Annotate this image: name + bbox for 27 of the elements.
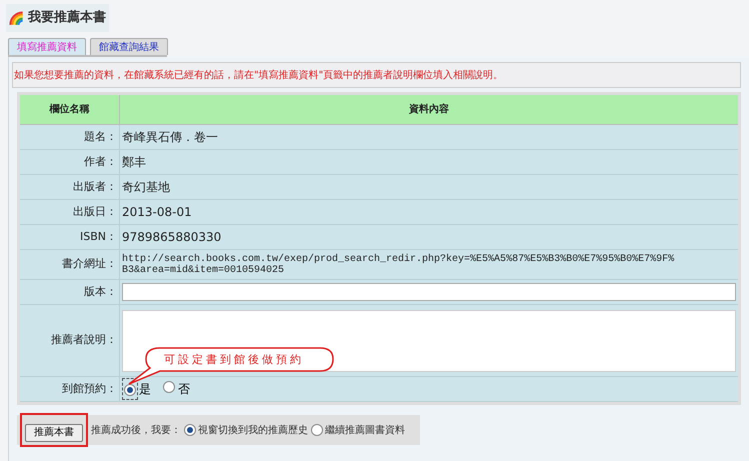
field-value: 奇峰異石傳．卷一 — [122, 129, 218, 146]
field-label: 作者： — [84, 154, 117, 170]
field-value: 鄭丰 — [122, 154, 146, 171]
field-label: 到館預約： — [62, 380, 117, 397]
field-label: 書介網址： — [62, 256, 117, 272]
url-value: http://search.books.com.tw/exep/prod_search_redir.php?key=%E5%A5%87%E5%B3%B0%E7%95%B0%E7%9F%B3&area=mid&item=0010594025 — [122, 254, 674, 276]
field-value: 奇幻基地 — [122, 179, 170, 196]
field-value: 2013-08-01 — [122, 204, 192, 221]
column-header: 欄位名稱 — [50, 102, 90, 117]
field-label: 題名： — [84, 128, 117, 145]
field-label: 版本： — [84, 284, 117, 300]
option-label: 否 — [178, 381, 190, 398]
option-label: 繼續推薦圖書資料 — [325, 424, 405, 438]
page-title: 我要推薦本書 — [28, 9, 106, 28]
field-label: 出版日： — [73, 204, 117, 220]
field-label: 推薦者說明： — [51, 332, 117, 348]
option-label: 視窗切換到我的推薦歷史 — [198, 424, 308, 438]
recommend-button[interactable]: 推薦本書 — [25, 424, 83, 442]
field-value: 9789865880330 — [122, 229, 222, 246]
column-header: 資料內容 — [409, 102, 449, 117]
field-label: ISBN： — [80, 228, 117, 245]
option-label: 是 — [139, 381, 151, 398]
tab[interactable]: 館藏查詢結果 — [90, 38, 168, 55]
notice-text: 如果您想要推薦的資料，在館藏系統已經有的話，請在"填寫推薦資料"頁籤中的推薦者說明欄位填入相關說明。 — [14, 68, 504, 82]
field-label: 出版者： — [73, 178, 117, 195]
after-success-label: 推薦成功後，我要： — [91, 424, 181, 438]
hint-tooltip-text: 可設定書到館後做預約 — [164, 352, 304, 368]
